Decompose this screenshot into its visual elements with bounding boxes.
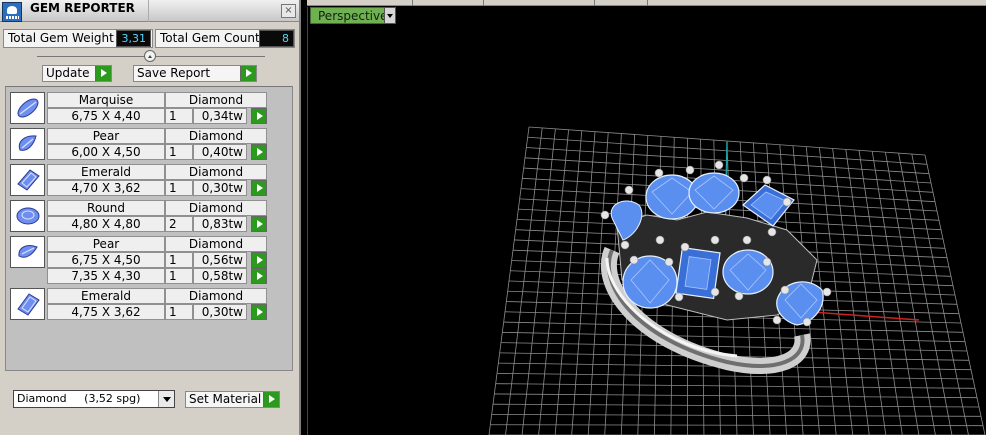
pear-icon — [10, 128, 45, 160]
gem-shape: Pear — [47, 128, 165, 144]
total-weight-value: 3,31 — [116, 30, 151, 47]
gem-dimensions: 7,35 X 4,30 — [47, 268, 165, 284]
gem-count: 2 — [165, 216, 193, 232]
gem-count: 1 — [165, 180, 193, 196]
gem-reporter-icon — [2, 2, 22, 22]
gem-shape: Round — [47, 200, 165, 216]
gem-dimensions: 6,75 X 4,50 — [47, 252, 165, 268]
titlebar-divider — [148, 0, 149, 22]
update-button[interactable]: Update — [42, 65, 112, 82]
close-button[interactable]: × — [281, 4, 296, 18]
gem-group: Emerald Diamond 4,75 X 3,62 1 0,30tw — [10, 288, 272, 320]
gem-group: Pear Diamond 6,00 X 4,50 1 0,40tw — [10, 128, 272, 160]
gem-weight: 0,30tw — [193, 180, 247, 196]
gem-shape: Pear — [47, 236, 165, 252]
chevron-down-icon[interactable] — [384, 8, 395, 23]
gem-count: 1 — [165, 304, 193, 320]
round-icon — [10, 200, 45, 232]
play-icon — [240, 66, 256, 81]
update-label: Update — [46, 66, 90, 80]
gem-weight: 0,30tw — [193, 304, 247, 320]
select-gem-button[interactable] — [251, 268, 267, 284]
total-count-value: 8 — [259, 30, 294, 47]
totals-bar: Total Gem Weight 3,31 Total Gem Count 8 — [3, 29, 295, 48]
gem-weight: 0,58tw — [193, 268, 247, 284]
view-mode-label: Perspective — [318, 9, 388, 23]
gem-material: Diamond — [165, 92, 267, 108]
gem-dimensions: 4,75 X 3,62 — [47, 304, 165, 320]
gem-count: 1 — [165, 108, 193, 124]
gem-group: Emerald Diamond 4,70 X 3,62 1 0,30tw — [10, 164, 272, 196]
gem-material: Diamond — [165, 164, 267, 180]
panel-titlebar: GEM REPORTER × — [0, 0, 299, 22]
gem-material: Diamond — [165, 288, 267, 304]
gem-weight: 0,40tw — [193, 144, 247, 160]
x-axis — [811, 311, 920, 321]
save-report-label: Save Report — [137, 66, 211, 80]
set-material-button[interactable]: Set Material — [185, 391, 280, 408]
gem-count: 1 — [165, 252, 193, 268]
gem-material: Diamond — [165, 128, 267, 144]
app-window: GEM REPORTER × Total Gem Weight 3,31 Tot… — [0, 0, 986, 435]
gem-dimensions: 4,70 X 3,62 — [47, 180, 165, 196]
set-material-label: Set Material — [189, 392, 262, 406]
gem-shape: Emerald — [47, 164, 165, 180]
gem-group: Round Diamond 4,80 X 4,80 2 0,83tw — [10, 200, 272, 232]
gem-shape: Emerald — [47, 288, 165, 304]
material-dropdown[interactable]: Diamond (3,52 spg) — [13, 390, 175, 408]
3d-viewport[interactable]: Perspective — [307, 0, 986, 435]
gem-group: Marquise Diamond 6,75 X 4,40 1 0,34tw — [10, 92, 272, 124]
gem-list: Marquise Diamond 6,75 X 4,40 1 0,34tw Pe… — [5, 86, 293, 371]
gem-material: Diamond — [165, 236, 267, 252]
gem-dimensions: 6,00 X 4,50 — [47, 144, 165, 160]
select-gem-button[interactable] — [251, 144, 267, 160]
select-gem-button[interactable] — [251, 108, 267, 124]
gem-shape: Marquise — [47, 92, 165, 108]
gem-weight: 0,34tw — [193, 108, 247, 124]
gem-weight: 0,56tw — [193, 252, 247, 268]
gem-dimensions: 4,80 X 4,80 — [47, 216, 165, 232]
pear-icon — [10, 236, 45, 268]
select-gem-button[interactable] — [251, 216, 267, 232]
play-icon — [263, 392, 279, 407]
select-gem-button[interactable] — [251, 180, 267, 196]
view-mode-selector[interactable]: Perspective — [310, 7, 396, 24]
material-selected-value: Diamond (3,52 spg) — [17, 392, 141, 405]
gem-weight: 0,83tw — [193, 216, 247, 232]
emerald-icon — [10, 288, 45, 320]
ring-scene — [488, 126, 986, 435]
gem-group: Pear Diamond 6,75 X 4,50 1 0,56tw 7,35 X… — [10, 236, 272, 284]
emerald-icon — [10, 164, 45, 196]
select-gem-button[interactable] — [251, 304, 267, 320]
gem-reporter-panel: GEM REPORTER × Total Gem Weight 3,31 Tot… — [0, 0, 301, 435]
select-gem-button[interactable] — [251, 252, 267, 268]
save-report-button[interactable]: Save Report — [133, 65, 257, 82]
gem-material: Diamond — [165, 200, 267, 216]
chevron-down-icon[interactable] — [158, 391, 174, 407]
gem-count: 1 — [165, 144, 193, 160]
panel-splitter-handle[interactable] — [144, 50, 156, 62]
panel-title: GEM REPORTER — [30, 1, 135, 15]
play-icon — [95, 66, 111, 81]
marquise-icon — [10, 92, 45, 124]
gem-dimensions: 6,75 X 4,40 — [47, 108, 165, 124]
gem-count: 1 — [165, 268, 193, 284]
